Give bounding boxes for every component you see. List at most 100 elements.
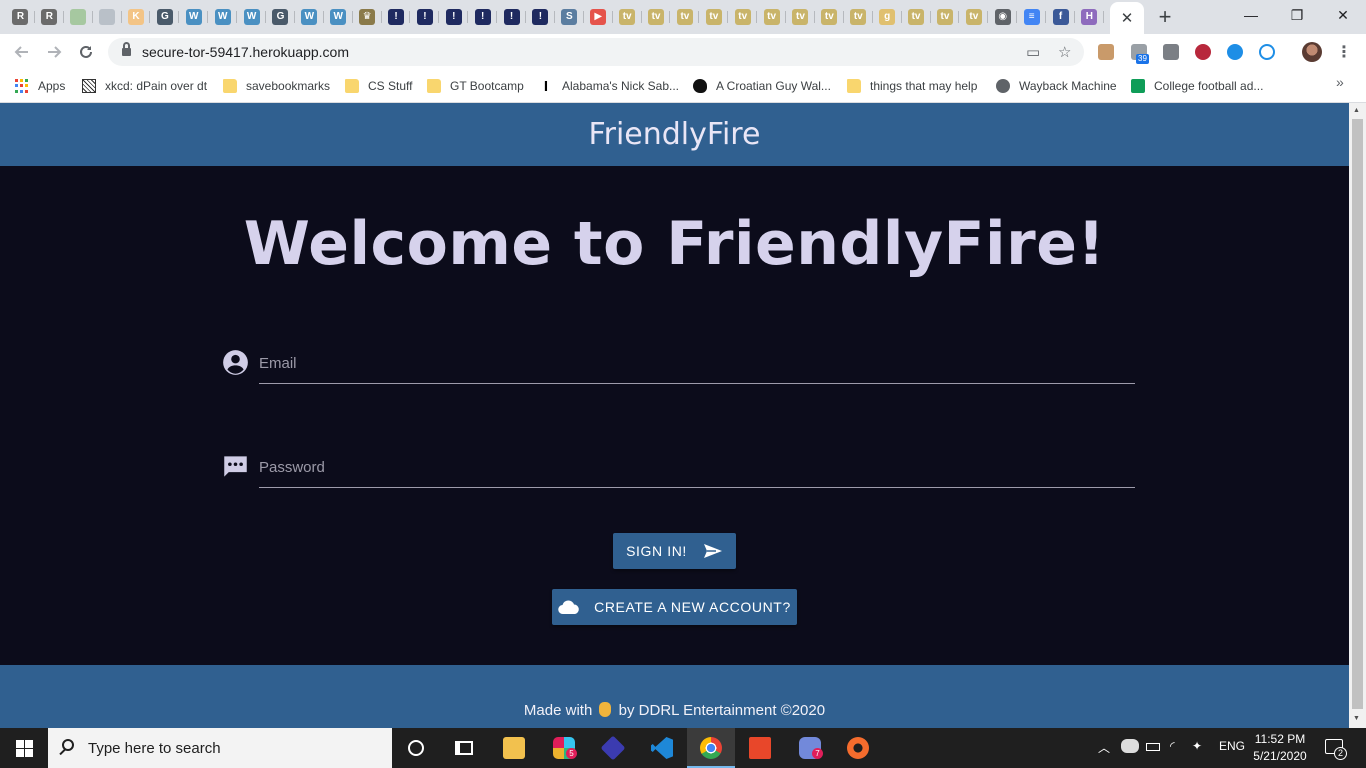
tray-expand-icon[interactable]: ︿ <box>1098 739 1110 756</box>
bookmark-apps[interactable]: Apps <box>15 76 65 96</box>
browser-tab[interactable]: ! <box>382 4 411 30</box>
browser-tab[interactable] <box>93 4 122 30</box>
lock-icon[interactable] <box>122 42 131 57</box>
bookmark-folder-gt-bootcamp[interactable]: GT Bootcamp <box>427 76 524 96</box>
browser-tab[interactable]: ! <box>439 4 469 30</box>
profile-avatar[interactable] <box>1302 42 1322 62</box>
browser-tab[interactable]: ! <box>526 4 555 30</box>
forward-button[interactable] <box>41 40 67 64</box>
browser-tab[interactable]: W <box>208 4 238 30</box>
email-input[interactable] <box>259 344 1135 384</box>
browser-tab[interactable]: tv <box>931 4 960 30</box>
bookmark-croatian-guy[interactable]: A Croatian Guy Wal... <box>693 76 831 96</box>
browser-tab[interactable]: W <box>324 4 353 30</box>
browser-tab[interactable]: f <box>1046 4 1075 30</box>
antivirus-icon[interactable]: ✦ <box>1192 739 1202 753</box>
battery-icon[interactable] <box>1146 743 1160 751</box>
browser-tab[interactable]: W <box>295 4 324 30</box>
s-circle-icon: S <box>561 9 578 25</box>
browser-tab[interactable]: ≡ <box>1017 4 1046 30</box>
bookmark-alabama[interactable]: I Alabama's Nick Sab... <box>539 76 679 96</box>
browser-tab[interactable]: G <box>150 4 180 30</box>
reload-button[interactable] <box>73 40 99 64</box>
browser-tab[interactable]: S <box>555 4 584 30</box>
wifi-icon[interactable]: ◜ <box>1170 739 1175 753</box>
extension-cloud-icon[interactable] <box>1227 44 1243 60</box>
task-view-button[interactable] <box>440 728 488 768</box>
browser-tab[interactable]: tv <box>642 4 671 30</box>
browser-tab[interactable]: tv <box>613 4 642 30</box>
browser-menu-icon[interactable]: ⋮ <box>1336 42 1352 62</box>
gitkraken-app[interactable] <box>589 728 637 768</box>
back-button[interactable] <box>9 40 35 64</box>
close-tab-icon[interactable]: ✕ <box>1121 9 1134 27</box>
browser-tab[interactable]: tv <box>902 4 931 30</box>
browser-tab[interactable]: tv <box>844 4 873 30</box>
discord-app[interactable]: 7 <box>786 728 834 768</box>
footer-text-pre: Made with <box>523 702 593 719</box>
bookmark-star-icon[interactable]: ☆ <box>1058 43 1071 61</box>
browser-tab[interactable]: tv <box>815 4 844 30</box>
cortana-button[interactable] <box>392 728 440 768</box>
extension-cat-icon[interactable] <box>1098 44 1114 60</box>
bookmark-folder-cs-stuff[interactable]: CS Stuff <box>345 76 412 96</box>
scroll-up-arrow-icon[interactable]: ▲ <box>1353 107 1360 114</box>
new-tab-button[interactable]: + <box>1152 5 1178 29</box>
scroll-thumb[interactable] <box>1352 119 1363 709</box>
extension-react-icon[interactable] <box>1259 44 1275 60</box>
browser-tab[interactable]: K <box>122 4 151 30</box>
browser-tab[interactable]: ◉ <box>988 4 1018 30</box>
minimize-button[interactable]: — <box>1228 0 1274 30</box>
restore-button[interactable]: ❐ <box>1274 0 1320 30</box>
browser-tab[interactable]: ! <box>497 4 526 30</box>
browser-tab[interactable] <box>64 4 93 30</box>
bookmark-wayback[interactable]: Wayback Machine <box>996 76 1117 96</box>
bookmarks-overflow-button[interactable]: » <box>1336 74 1344 90</box>
scroll-down-arrow-icon[interactable]: ▼ <box>1353 715 1360 722</box>
browser-tab[interactable]: tv <box>670 4 700 30</box>
language-indicator[interactable]: ENG <box>1219 739 1245 753</box>
file-explorer-app[interactable] <box>490 728 538 768</box>
site-brand[interactable]: FriendlyFire <box>589 117 761 152</box>
bookmark-folder-savebookmarks[interactable]: savebookmarks <box>223 76 330 96</box>
browser-tab[interactable]: ! <box>468 4 498 30</box>
browser-tab[interactable]: tv <box>757 4 786 30</box>
browser-tab[interactable]: ▶ <box>584 4 613 30</box>
browser-tab[interactable]: tv <box>728 4 758 30</box>
browser-tab[interactable]: R <box>6 4 35 30</box>
chrome-app[interactable] <box>687 728 735 768</box>
browser-tab[interactable]: g <box>873 4 902 30</box>
browser-tab[interactable]: W <box>179 4 209 30</box>
password-input[interactable] <box>259 448 1135 488</box>
create-account-button[interactable]: CREATE A NEW ACCOUNT? <box>552 589 797 625</box>
origin-app[interactable] <box>834 728 882 768</box>
browser-tab[interactable]: R <box>35 4 64 30</box>
active-tab[interactable]: ✕ <box>1110 2 1144 34</box>
bookmark-college-football[interactable]: College football ad... <box>1131 76 1263 96</box>
browser-tab[interactable]: W <box>237 4 266 30</box>
extension-w-icon[interactable] <box>1163 44 1179 60</box>
close-window-button[interactable]: ✕ <box>1320 0 1366 30</box>
browser-tab[interactable]: ! <box>410 4 440 30</box>
cast-icon[interactable]: ▭ <box>1026 43 1040 61</box>
address-bar[interactable]: secure-tor-59417.herokuapp.com ▭ ☆ <box>108 38 1084 66</box>
browser-tab[interactable]: tv <box>699 4 729 30</box>
bookmark-xkcd[interactable]: xkcd: dPain over dt <box>82 76 207 96</box>
office-app[interactable] <box>736 728 784 768</box>
browser-tab[interactable]: tv <box>959 4 989 30</box>
url-text[interactable]: secure-tor-59417.herokuapp.com <box>142 44 349 60</box>
taskbar-search[interactable]: Type here to search <box>48 728 392 768</box>
start-button[interactable] <box>0 728 48 768</box>
browser-tab[interactable]: ♛ <box>353 4 382 30</box>
browser-tab[interactable]: G <box>266 4 295 30</box>
system-clock[interactable]: 11:52 PM 5/21/2020 <box>1252 731 1308 765</box>
vscode-app[interactable] <box>638 728 686 768</box>
browser-tab[interactable]: H <box>1075 4 1104 30</box>
onedrive-warning-icon[interactable] <box>1121 739 1139 753</box>
bookmark-folder-things[interactable]: things that may help <box>847 76 977 96</box>
slack-app[interactable]: 5 <box>540 728 588 768</box>
sign-in-button[interactable]: SIGN IN! <box>613 533 736 569</box>
extension-angular-icon[interactable] <box>1195 44 1211 60</box>
page-scrollbar[interactable]: ▲ ▼ <box>1349 103 1366 728</box>
browser-tab[interactable]: tv <box>786 4 815 30</box>
